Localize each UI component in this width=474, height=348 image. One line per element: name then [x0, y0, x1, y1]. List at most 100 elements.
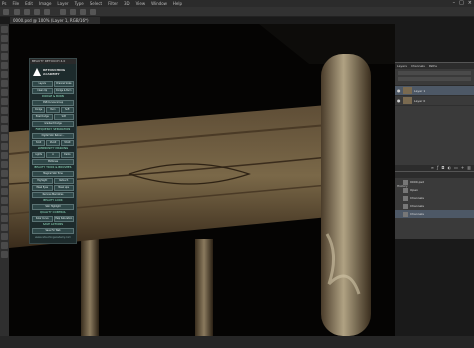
action-button[interactable]: Save For Web: [32, 228, 74, 234]
action-button[interactable]: Help Saturation: [53, 216, 74, 222]
action-button[interactable]: Channel Scale: [53, 81, 74, 87]
menu-item[interactable]: Edit: [25, 0, 33, 7]
opacity-field[interactable]: [398, 77, 471, 81]
action-button[interactable]: Solar Curve: [32, 216, 53, 222]
tool-icon[interactable]: [1, 98, 8, 105]
tool-icon[interactable]: [1, 215, 8, 222]
action-button[interactable]: Mask Eyes: [32, 185, 53, 191]
option-icon[interactable]: [80, 9, 86, 15]
academy-logo: RETOUCHING ACADEMY: [30, 64, 76, 80]
action-button[interactable]: Highlight: [32, 178, 53, 184]
action-button[interactable]: 8-bit: [32, 140, 46, 146]
action-button[interactable]: Retouch: [53, 178, 74, 184]
tool-icon[interactable]: [1, 89, 8, 96]
history-state[interactable]: Channels: [395, 194, 474, 202]
tool-icon[interactable]: [1, 53, 8, 60]
action-button[interactable]: Remove Blemishes: [32, 192, 74, 198]
document-tab[interactable]: 0000.psd @ 100% (Layer 1, RGB/16*): [10, 17, 100, 24]
option-icon[interactable]: [60, 9, 66, 15]
action-button[interactable]: Gradient Dodge: [32, 121, 74, 127]
action-button[interactable]: Midtones: [32, 159, 74, 165]
option-icon[interactable]: [14, 9, 20, 15]
menu-item[interactable]: Select: [90, 0, 102, 7]
action-button[interactable]: Digital Skin Retouc...: [32, 133, 74, 139]
tool-icon[interactable]: [1, 80, 8, 87]
tool-icon[interactable]: [1, 152, 8, 159]
menu-item[interactable]: View: [136, 0, 146, 7]
action-button[interactable]: Clean Up: [32, 88, 53, 94]
menu-item[interactable]: File: [12, 0, 19, 7]
tool-preset-icon[interactable]: [3, 9, 9, 15]
action-button[interactable]: Magical Skin Tone: [32, 171, 74, 177]
history-state-icon: [403, 203, 408, 209]
website-link[interactable]: www.retouchingacademy.com: [30, 236, 76, 240]
close-icon[interactable]: ×: [468, 0, 472, 6]
snapshot-icon: [403, 179, 408, 185]
action-button[interactable]: Layers: [32, 81, 53, 87]
menu-item[interactable]: Window: [151, 0, 167, 7]
action-button[interactable]: Mask Lips: [53, 185, 74, 191]
action-button[interactable]: A: [46, 152, 60, 158]
tool-icon[interactable]: [1, 71, 8, 78]
action-button[interactable]: 16-bit: [46, 140, 60, 146]
tool-icon[interactable]: [1, 107, 8, 114]
tool-icon[interactable]: [1, 125, 8, 132]
action-button[interactable]: Soft: [60, 107, 74, 113]
section-heading: QUALITY CONTROL: [39, 211, 67, 214]
logo-text: ACADEMY: [43, 72, 60, 76]
menu-item[interactable]: Ps: [2, 0, 6, 7]
tool-icon[interactable]: [1, 44, 8, 51]
tool-icon[interactable]: [1, 62, 8, 69]
layers-panel: Layers Channels Paths ● Layer 1 ● Layer …: [395, 62, 474, 171]
tool-icon[interactable]: [1, 134, 8, 141]
tool-icon[interactable]: [1, 206, 8, 213]
option-icon[interactable]: [70, 9, 76, 15]
action-button[interactable]: DSB Curves Group: [32, 100, 74, 106]
maximize-icon[interactable]: □: [459, 0, 464, 6]
tab-channels[interactable]: Channels: [411, 63, 425, 69]
tool-icon[interactable]: [1, 161, 8, 168]
option-icon[interactable]: [24, 9, 30, 15]
tool-icon[interactable]: [1, 242, 8, 249]
minimize-icon[interactable]: –: [453, 0, 456, 6]
action-button[interactable]: Burn: [46, 107, 60, 113]
eye-icon[interactable]: ●: [397, 98, 401, 103]
eye-icon[interactable]: ●: [397, 88, 401, 93]
action-button[interactable]: Darks: [60, 152, 74, 158]
history-state[interactable]: Channels: [395, 202, 474, 210]
option-icon[interactable]: [34, 9, 40, 15]
tool-icon[interactable]: [1, 35, 8, 42]
tool-icon[interactable]: [1, 143, 8, 150]
action-button[interactable]: Pixel Dodge: [32, 114, 53, 120]
action-button[interactable]: Lights: [32, 152, 46, 158]
tool-icon[interactable]: [1, 179, 8, 186]
history-state[interactable]: Open: [395, 186, 474, 194]
tool-icon[interactable]: [1, 197, 8, 204]
tab-layers[interactable]: Layers: [397, 63, 407, 69]
option-icon[interactable]: [90, 9, 96, 15]
history-state[interactable]: Channels: [395, 210, 474, 218]
action-button[interactable]: Soft: [53, 114, 74, 120]
action-button[interactable]: 32-bit: [60, 140, 74, 146]
menu-item[interactable]: Help: [173, 0, 182, 7]
layer-row[interactable]: ● Layer 0: [395, 96, 474, 106]
tool-icon[interactable]: [1, 188, 8, 195]
tool-icon[interactable]: [1, 170, 8, 177]
tool-icon[interactable]: [1, 26, 8, 33]
action-button[interactable]: Dodge & Burn: [53, 88, 74, 94]
tool-icon[interactable]: [1, 251, 8, 258]
menu-item[interactable]: Type: [75, 0, 84, 7]
tool-icon[interactable]: [1, 224, 8, 231]
blend-mode-select[interactable]: [398, 71, 471, 75]
tab-paths[interactable]: Paths: [429, 63, 437, 69]
action-button[interactable]: Dodge: [32, 107, 46, 113]
menu-item[interactable]: Filter: [108, 0, 118, 7]
tool-icon[interactable]: [1, 116, 8, 123]
menu-item[interactable]: 3D: [124, 0, 130, 7]
menu-item[interactable]: Layer: [57, 0, 68, 7]
layer-row[interactable]: ● Layer 1: [395, 86, 474, 96]
tool-icon[interactable]: [1, 233, 8, 240]
option-icon[interactable]: [44, 9, 50, 15]
menu-item[interactable]: Image: [39, 0, 52, 7]
action-button[interactable]: Skin Highlight: [32, 204, 74, 210]
